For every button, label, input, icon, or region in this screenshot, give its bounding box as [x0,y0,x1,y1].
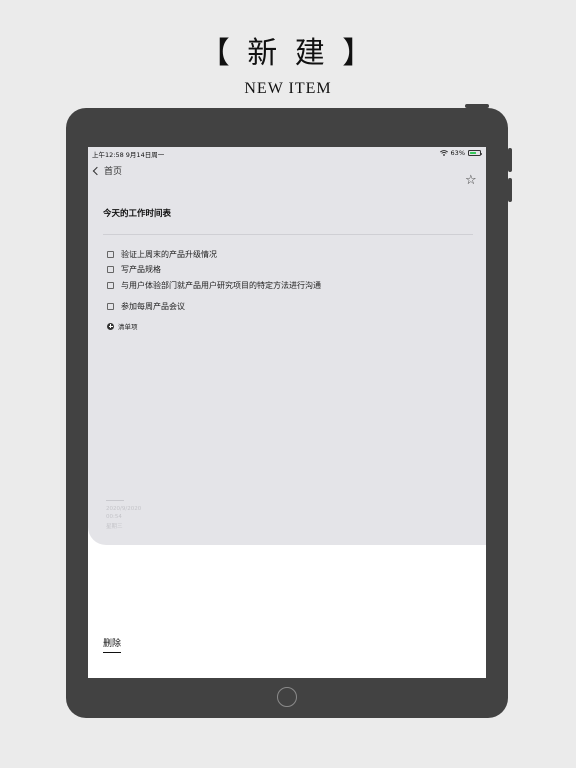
checklist-item-label[interactable]: 验证上周末的产品升级情况 [121,249,217,260]
page-subtitle: NEW ITEM [244,80,332,97]
note-card: 上午12:58 9月14日周一 63% 首页 ☆ 今天的工作时间表 验证上周末的… [88,147,486,545]
chevron-left-icon [92,166,102,175]
meta-time: 00:54 [106,514,122,520]
status-indicators: 63% [439,149,483,157]
device-volume-up [508,148,512,172]
back-label: 首页 [104,167,123,177]
checklist-item-label[interactable]: 参加每周产品会议 [121,301,185,312]
checklist-item: 验证上周末的产品升级情况 [107,249,217,260]
meta-date: 2020/9/2020 [106,506,142,512]
note-title[interactable]: 今天的工作时间表 [103,207,171,219]
add-checklist-item-button[interactable]: 清单项 [107,321,138,331]
checklist-item: 写产品规格 [107,264,161,275]
checkbox[interactable] [107,303,114,310]
checkbox[interactable] [107,251,114,258]
favorite-star-icon[interactable]: ☆ [465,174,477,187]
home-button[interactable] [277,687,297,707]
back-button[interactable]: 首页 [92,164,123,177]
meta-divider [106,500,124,501]
status-time-date: 上午12:58 9月14日周一 [92,151,165,159]
checkbox[interactable] [107,266,114,273]
page-title: 【 新 建 】 [199,36,377,71]
delete-button[interactable]: 删除 [103,636,122,653]
add-item-label: 清单项 [118,323,138,331]
battery-fill [469,151,476,155]
checklist-item-label[interactable]: 写产品规格 [121,264,161,275]
status-bar: 上午12:58 9月14日周一 63% [88,147,486,159]
plus-circle-icon [107,322,114,330]
device-volume-down [508,178,512,202]
title-divider [103,234,473,235]
device-screen: 上午12:58 9月14日周一 63% 首页 ☆ 今天的工作时间表 验证上周末的… [88,147,486,678]
checklist-item-label[interactable]: 与用户体验部门就产品用户研究项目的特定方法进行沟通 [121,280,321,291]
meta-weekday: 星期三 [106,524,123,530]
battery-percent: 63% [450,149,465,157]
checkbox[interactable] [107,282,114,289]
checklist-item: 与用户体验部门就产品用户研究项目的特定方法进行沟通 [107,280,321,291]
checklist-item: 参加每周产品会议 [107,301,185,312]
battery-icon [468,150,483,156]
wifi-icon [439,150,448,156]
